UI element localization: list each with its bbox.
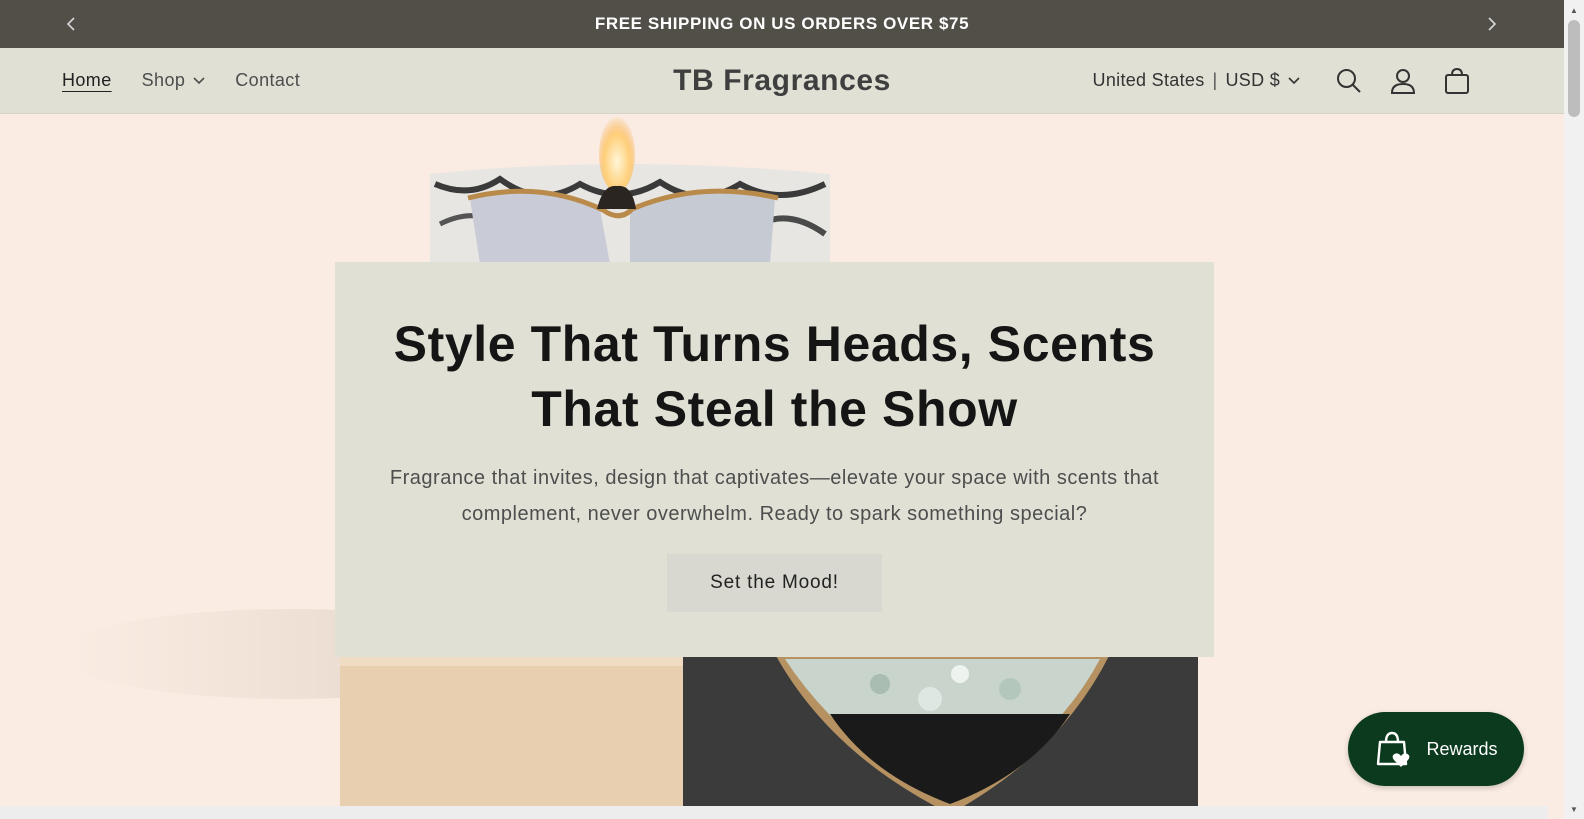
announcement-text: FREE SHIPPING ON US ORDERS OVER $75 [594,14,970,33]
main-nav: Home Shop Contact [62,48,300,113]
nav-shop-link[interactable]: Shop [142,70,206,91]
nav-contact-label: Contact [235,70,301,90]
currency-label: USD $ [1225,70,1280,90]
header-tools: United States | USD $ [1093,48,1484,113]
country-currency-selector[interactable]: United States | USD $ [1093,70,1300,91]
chevron-left-icon [66,17,75,31]
announcement-next-button[interactable] [1480,12,1504,36]
cart-icon [1445,67,1469,94]
hero-subtitle: Fragrance that invites, design that capt… [389,467,1160,525]
nav-home-link[interactable]: Home [62,70,112,91]
chevron-down-icon [1288,76,1300,84]
cart-button[interactable] [1430,54,1484,108]
announcement-prev-button[interactable] [59,12,83,36]
chevron-down-icon [193,76,205,84]
hero-title: Style That Turns Heads, Scents That Stea… [393,316,1156,437]
scrollbar-thumb[interactable] [1568,20,1580,117]
site-header: TB Fragrances Home Shop Contact United S… [0,48,1564,114]
search-button[interactable] [1322,54,1376,108]
scroll-down-arrow-icon[interactable]: ▼ [1564,801,1584,817]
rewards-launcher-button[interactable]: Rewards [1348,712,1524,786]
hero-content-card: Style That Turns Heads, Scents That Stea… [335,262,1214,657]
shopping-bag-heart-icon [1377,731,1410,767]
announcement-bar: FREE SHIPPING ON US ORDERS OVER $75 [0,0,1564,48]
nav-home-label: Home [62,70,112,90]
chevron-right-icon [1488,17,1497,31]
locale-separator: | [1212,70,1218,90]
account-icon [1390,68,1416,94]
rewards-label: Rewards [1426,738,1498,759]
nav-contact-link[interactable]: Contact [235,70,300,91]
page-scrollbar[interactable]: ▲ ▼ [1564,0,1584,819]
set-the-mood-button[interactable]: Set the Mood! [667,554,882,612]
scroll-up-arrow-icon[interactable]: ▲ [1564,2,1584,18]
country-label: United States [1092,70,1205,90]
page-bottom-edge [0,806,1548,819]
search-icon [1337,68,1361,93]
nav-shop-label: Shop [141,70,186,90]
brand-logo[interactable]: TB Fragrances [673,64,891,98]
account-button[interactable] [1376,54,1430,108]
